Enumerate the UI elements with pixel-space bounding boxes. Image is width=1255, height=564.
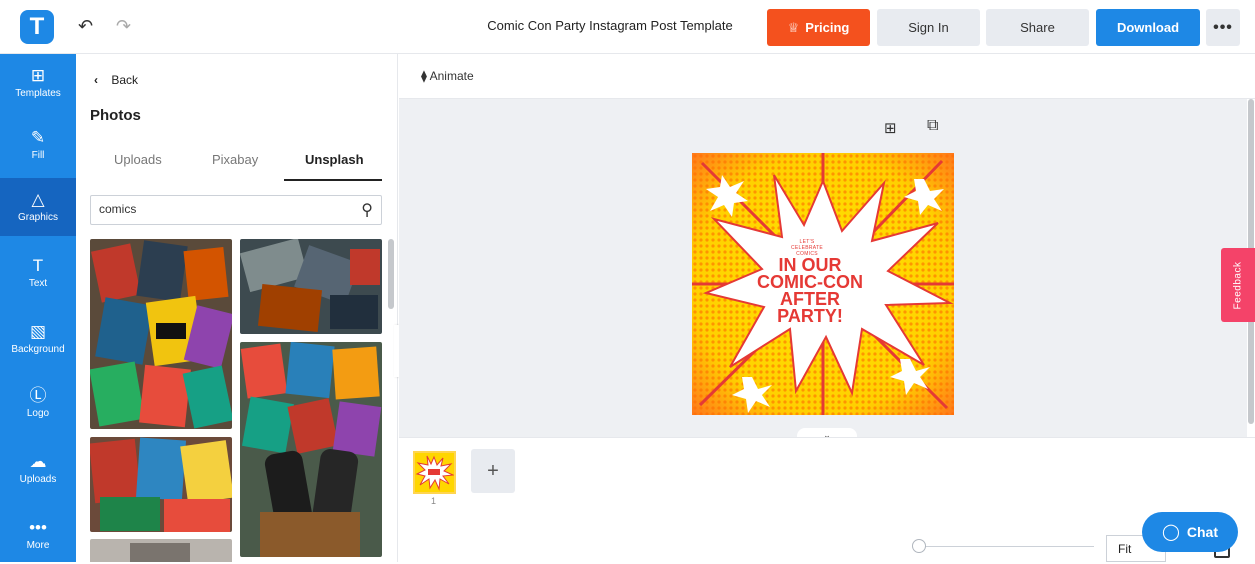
add-page-icon[interactable]: ⊞ bbox=[884, 119, 897, 137]
comics-pile-photo bbox=[90, 239, 232, 429]
pricing-label: Pricing bbox=[805, 20, 850, 35]
search-icon[interactable]: ⚲ bbox=[361, 200, 373, 220]
design-headline[interactable]: IN OUR COMIC-CON AFTER PARTY! bbox=[756, 256, 864, 325]
sidebar-item-label: Fill bbox=[31, 150, 45, 161]
templates-icon: ⊞ bbox=[30, 66, 46, 85]
duplicate-page-icon[interactable]: ⧉ bbox=[927, 117, 938, 135]
search-input[interactable] bbox=[99, 202, 339, 216]
pricing-button[interactable]: ♕ Pricing bbox=[767, 9, 870, 46]
left-sidebar: ⊞ Templates ✎ Fill △ Graphics T Text ▧ B… bbox=[0, 54, 76, 562]
feedback-label: Feedback bbox=[1232, 261, 1244, 309]
text-icon: T bbox=[32, 256, 44, 275]
add-page-button[interactable]: + bbox=[471, 449, 515, 493]
chat-label: Chat bbox=[1186, 524, 1219, 540]
sidebar-item-uploads[interactable]: ☁ Uploads bbox=[0, 440, 76, 498]
sidebar-item-background[interactable]: ▧ Background bbox=[0, 310, 76, 368]
photo-thumbnail[interactable] bbox=[240, 239, 382, 334]
animate-button[interactable]: ⧫ Animate bbox=[421, 69, 474, 83]
tab-uploads[interactable]: Uploads bbox=[114, 152, 162, 167]
crown-icon: ♕ bbox=[787, 19, 800, 35]
animate-icon: ⧫ bbox=[421, 69, 427, 83]
sidebar-item-label: Uploads bbox=[19, 474, 57, 485]
sidebar-item-label: Logo bbox=[26, 408, 50, 419]
document-title[interactable]: Comic Con Party Instagram Post Template bbox=[470, 18, 750, 33]
download-button[interactable]: Download bbox=[1096, 9, 1200, 46]
logo-icon: Ⓛ bbox=[29, 386, 47, 405]
sidebar-item-logo[interactable]: Ⓛ Logo bbox=[0, 374, 76, 432]
chat-bubble-icon: ◯ bbox=[1161, 524, 1180, 541]
page-preview bbox=[415, 453, 454, 492]
page-thumbnail[interactable] bbox=[413, 451, 456, 494]
sidebar-item-label: Templates bbox=[15, 88, 61, 99]
shapes-icon: △ bbox=[31, 190, 45, 209]
page-number: 1 bbox=[431, 496, 437, 506]
cloud-upload-icon: ☁ bbox=[29, 452, 47, 471]
back-button[interactable]: ‹ Back bbox=[94, 73, 138, 87]
zoom-slider[interactable] bbox=[918, 546, 1094, 547]
room-photo bbox=[90, 539, 232, 562]
comics-floor-photo bbox=[240, 342, 382, 557]
photo-thumbnail[interactable] bbox=[90, 239, 232, 429]
chat-button[interactable]: ◯ Chat bbox=[1142, 512, 1238, 552]
animate-label: Animate bbox=[429, 69, 474, 83]
search-box: ⚲ bbox=[90, 195, 382, 225]
sidebar-item-text[interactable]: T Text bbox=[0, 244, 76, 302]
panel-title: Photos bbox=[90, 107, 141, 124]
share-button[interactable]: Share bbox=[986, 9, 1089, 46]
comics-covers-photo bbox=[90, 437, 232, 532]
redo-icon[interactable]: ↷ bbox=[116, 16, 131, 37]
sidebar-item-label: Background bbox=[11, 344, 65, 355]
tab-pixabay[interactable]: Pixabay bbox=[212, 152, 258, 167]
sign-in-button[interactable]: Sign In bbox=[877, 9, 980, 46]
design-canvas[interactable]: LET'S CELEBRATE COMICS IN OUR COMIC-CON … bbox=[692, 153, 954, 415]
photo-grid bbox=[90, 239, 382, 562]
photo-thumbnail[interactable] bbox=[240, 342, 382, 557]
sidebar-item-graphics[interactable]: △ Graphics bbox=[0, 178, 76, 236]
panel-scrollbar[interactable] bbox=[388, 239, 394, 309]
sidebar-item-label: More bbox=[26, 540, 50, 551]
sidebar-item-more[interactable]: ••• More bbox=[0, 506, 76, 564]
photo-thumbnail[interactable] bbox=[90, 539, 232, 562]
canvas-toolbar: ⧫ Animate bbox=[399, 54, 1255, 99]
undo-icon[interactable]: ↶ bbox=[78, 16, 93, 37]
sidebar-item-fill[interactable]: ✎ Fill bbox=[0, 116, 76, 174]
more-icon: ••• bbox=[29, 518, 47, 537]
comics-pages-photo bbox=[240, 239, 382, 334]
feedback-tab[interactable]: Feedback bbox=[1221, 248, 1255, 322]
photos-panel: ‹ Back Photos Uploads Pixabay Unsplash ⚲ bbox=[76, 54, 398, 562]
tab-unsplash[interactable]: Unsplash bbox=[305, 152, 364, 167]
active-tab-indicator bbox=[284, 179, 382, 181]
back-label: Back bbox=[111, 73, 139, 87]
top-bar: T ↶ ↷ Comic Con Party Instagram Post Tem… bbox=[0, 0, 1255, 54]
photo-thumbnail[interactable] bbox=[90, 437, 232, 532]
app-logo[interactable]: T bbox=[20, 10, 54, 44]
zoom-slider-handle[interactable] bbox=[912, 539, 926, 553]
sidebar-item-label: Graphics bbox=[17, 212, 58, 223]
chevron-left-icon: ‹ bbox=[94, 73, 98, 87]
sidebar-item-templates[interactable]: ⊞ Templates bbox=[0, 54, 76, 112]
more-options-button[interactable]: ••• bbox=[1206, 9, 1240, 46]
sidebar-item-label: Text bbox=[28, 278, 48, 289]
background-icon: ▧ bbox=[29, 322, 47, 341]
pencil-icon: ✎ bbox=[30, 128, 46, 147]
